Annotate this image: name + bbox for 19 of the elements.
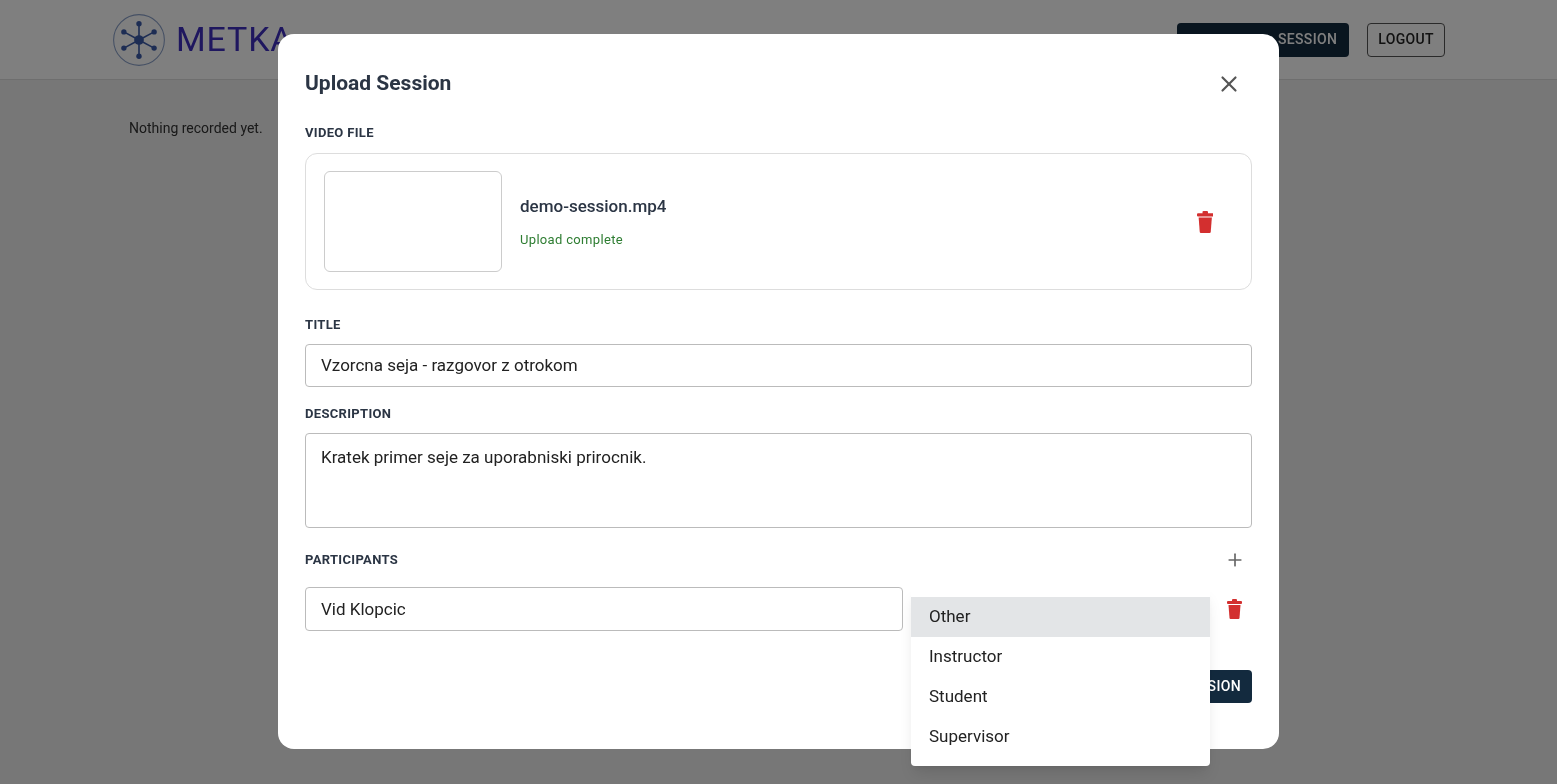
dialog-title: Upload Session (305, 70, 452, 97)
section-label: PARTICIPANTS (305, 551, 399, 570)
logo-icon (112, 12, 166, 67)
role-option[interactable]: Instructor (911, 637, 1210, 677)
role-option[interactable]: Supervisor (911, 717, 1210, 757)
participant-name-field[interactable]: Vid Klopcic (305, 587, 903, 631)
file-name: demo-session.mp4 (520, 195, 668, 218)
description-field[interactable]: Kratek primer seje za uporabniski prirocnik. (305, 433, 1252, 528)
section-label: VIDEO FILE (305, 123, 375, 142)
upload-status: Upload complete (520, 230, 624, 249)
logout-button[interactable]: LOGOUT (1367, 22, 1445, 57)
section-label: TITLE (305, 316, 342, 334)
title-field[interactable]: Vzorcna seja - razgovor z otrokom (305, 343, 1252, 387)
section-label: DESCRIPTION (305, 404, 393, 423)
trash-icon[interactable] (1227, 599, 1242, 619)
role-option[interactable]: Other (911, 597, 1210, 637)
role-option[interactable]: Student (911, 677, 1210, 717)
empty-message: Nothing recorded yet. (129, 119, 263, 138)
trash-icon[interactable] (1196, 210, 1213, 233)
